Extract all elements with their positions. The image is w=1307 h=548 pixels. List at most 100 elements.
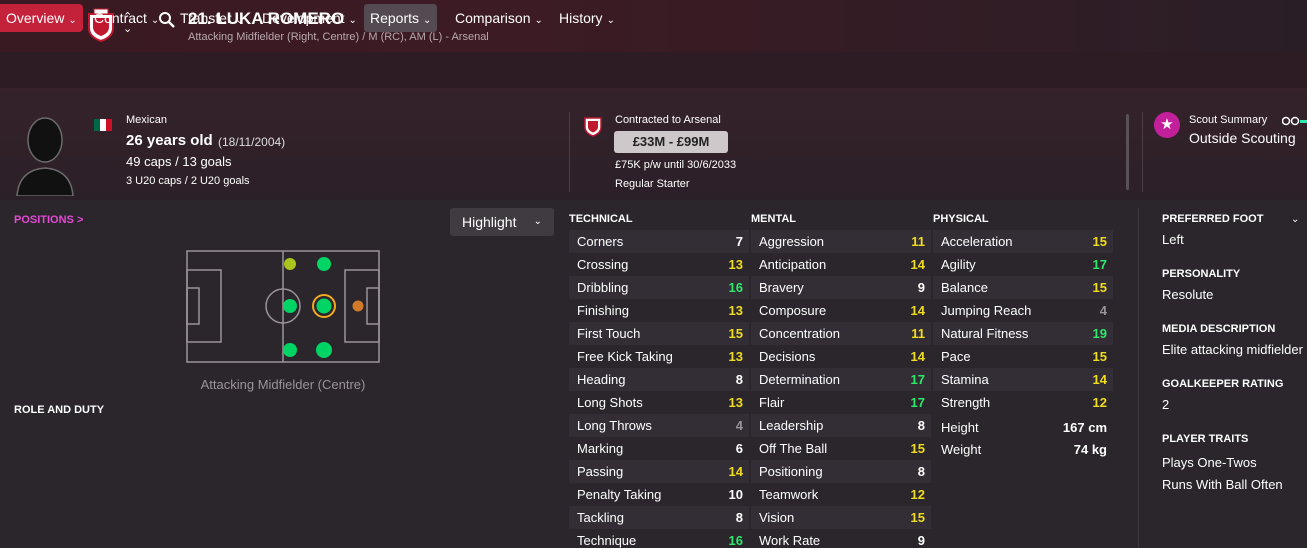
- attribute-row[interactable]: Agility 17: [933, 253, 1113, 276]
- media-description-value: Elite attacking midfielder: [1162, 342, 1303, 357]
- attribute-value: 15: [910, 441, 925, 456]
- attribute-row[interactable]: First Touch 15: [569, 322, 749, 345]
- attribute-row[interactable]: Off The Ball 15: [751, 437, 931, 460]
- attribute-row[interactable]: Vision 15: [751, 506, 931, 529]
- attribute-row[interactable]: Balance 15: [933, 276, 1113, 299]
- attribute-value: 7: [735, 234, 743, 249]
- attribute-row[interactable]: Free Kick Taking 13: [569, 345, 749, 368]
- attribute-name: Off The Ball: [759, 441, 828, 456]
- attribute-row[interactable]: Finishing 13: [569, 299, 749, 322]
- attribute-value: 9: [917, 280, 925, 295]
- attribute-row[interactable]: Teamwork 12: [751, 483, 931, 506]
- attribute-name: Corners: [577, 234, 624, 249]
- attribute-row[interactable]: Flair 17: [751, 391, 931, 414]
- physical-heading: PHYSICAL: [933, 213, 989, 225]
- position-dot: [316, 298, 332, 314]
- attribute-name: Long Shots: [577, 395, 643, 410]
- attribute-row[interactable]: Aggression 11: [751, 230, 931, 253]
- age: 26 years old: [126, 132, 213, 149]
- attribute-name: Finishing: [577, 303, 630, 318]
- attribute-row[interactable]: Technique 16: [569, 529, 749, 548]
- attribute-name: Decisions: [759, 349, 816, 364]
- position-pitch: [186, 250, 380, 363]
- highlight-dropdown[interactable]: Highlight ⌄: [450, 208, 554, 236]
- goalkeeper-rating-heading: GOALKEEPER RATING: [1162, 378, 1284, 390]
- position-dot: [284, 258, 296, 270]
- menu-history[interactable]: History ⌄: [553, 4, 621, 32]
- attribute-value: 13: [728, 303, 743, 318]
- attribute-value: 12: [1092, 395, 1107, 410]
- player-trait-item[interactable]: Runs With Ball Often: [1162, 477, 1283, 492]
- goalkeeper-rating-value: 2: [1162, 397, 1170, 412]
- menu-comparison[interactable]: Comparison ⌄: [449, 4, 549, 32]
- attribute-value: 14: [910, 257, 925, 272]
- u20-caps-goals[interactable]: 3 U20 caps / 2 U20 goals: [126, 175, 250, 187]
- attribute-row[interactable]: Bravery 9: [751, 276, 931, 299]
- attribute-name: Composure: [759, 303, 827, 318]
- preferred-foot-value: Left: [1162, 232, 1184, 247]
- mental-attributes: Aggression 11 Anticipation 14 Bravery 9 Compos…: [751, 230, 931, 548]
- chevron-down-icon[interactable]: ⌄: [1291, 214, 1299, 225]
- attribute-row[interactable]: Marking 6: [569, 437, 749, 460]
- height-value: 167 cm: [1062, 420, 1107, 435]
- attribute-name: Bravery: [759, 280, 804, 295]
- attribute-row[interactable]: Natural Fitness 19: [933, 322, 1113, 345]
- attribute-value: 15: [728, 326, 743, 341]
- attribute-row[interactable]: Work Rate 9: [751, 529, 931, 548]
- physical-measurements: Height 167 cm Weight 74 kg: [941, 417, 1113, 461]
- player-trait-item[interactable]: Plays One-Twos: [1162, 455, 1257, 470]
- personality-value: Resolute: [1162, 287, 1214, 302]
- caps-goals[interactable]: 49 caps / 13 goals: [126, 154, 232, 169]
- transfer-value-tag[interactable]: £33M - £99M: [614, 131, 728, 153]
- club-badge-icon[interactable]: [583, 115, 603, 137]
- attribute-row[interactable]: Heading 8: [569, 368, 749, 391]
- attribute-row[interactable]: Strength 12: [933, 391, 1113, 414]
- scrollbar[interactable]: [1126, 114, 1129, 190]
- attribute-name: Determination: [759, 372, 840, 387]
- date-of-birth: (18/11/2004): [218, 135, 286, 149]
- attribute-row[interactable]: Long Shots 13: [569, 391, 749, 414]
- attribute-row[interactable]: Pace 15: [933, 345, 1113, 368]
- attribute-row[interactable]: Stamina 14: [933, 368, 1113, 391]
- attribute-name: Natural Fitness: [941, 326, 1029, 341]
- height-row: Height 167 cm: [941, 417, 1113, 439]
- media-description-heading: MEDIA DESCRIPTION: [1162, 323, 1276, 335]
- attribute-row[interactable]: Dribbling 16: [569, 276, 749, 299]
- role-and-duty-heading[interactable]: ROLE AND DUTY: [14, 404, 104, 416]
- positions-link[interactable]: POSITIONS >: [14, 214, 83, 226]
- menu-overview[interactable]: Overview ⌄: [0, 4, 83, 32]
- attribute-row[interactable]: Anticipation 14: [751, 253, 931, 276]
- attribute-row[interactable]: Determination 17: [751, 368, 931, 391]
- menu-contract[interactable]: Contract ⌄: [88, 4, 165, 32]
- menu-reports[interactable]: Reports ⌄: [364, 4, 438, 32]
- position-dot: [283, 343, 297, 357]
- scout-summary-value[interactable]: Outside Scouting: [1189, 130, 1296, 146]
- position-dot: [283, 299, 297, 313]
- divider: [1138, 208, 1139, 548]
- attribute-row[interactable]: Tackling 8: [569, 506, 749, 529]
- attribute-row[interactable]: Composure 14: [751, 299, 931, 322]
- attribute-value: 13: [728, 257, 743, 272]
- attribute-row[interactable]: Long Throws 4: [569, 414, 749, 437]
- attribute-row[interactable]: Penalty Taking 10: [569, 483, 749, 506]
- contract-club[interactable]: Contracted to Arsenal: [615, 114, 721, 126]
- attribute-row[interactable]: Corners 7: [569, 230, 749, 253]
- attribute-value: 8: [735, 510, 743, 525]
- attribute-name: Agility: [941, 257, 976, 272]
- attribute-name: Tackling: [577, 510, 624, 525]
- attribute-row[interactable]: Positioning 8: [751, 460, 931, 483]
- attribute-row[interactable]: Crossing 13: [569, 253, 749, 276]
- menu-development[interactable]: Development ⌄: [256, 4, 363, 32]
- attribute-row[interactable]: Decisions 14: [751, 345, 931, 368]
- attribute-row[interactable]: Concentration 11: [751, 322, 931, 345]
- attribute-name: Crossing: [577, 257, 629, 272]
- technical-attributes: Corners 7 Crossing 13 Dribbling 16 Finishing 13…: [569, 230, 749, 548]
- menu-transfer[interactable]: Transfer ⌄: [174, 4, 250, 32]
- attribute-row[interactable]: Passing 14: [569, 460, 749, 483]
- attribute-name: Leadership: [759, 418, 824, 433]
- attribute-row[interactable]: Jumping Reach 4: [933, 299, 1113, 322]
- attribute-row[interactable]: Leadership 8: [751, 414, 931, 437]
- attribute-row[interactable]: Acceleration 15: [933, 230, 1113, 253]
- player-traits-heading: PLAYER TRAITS: [1162, 433, 1249, 445]
- attribute-name: Vision: [759, 510, 795, 525]
